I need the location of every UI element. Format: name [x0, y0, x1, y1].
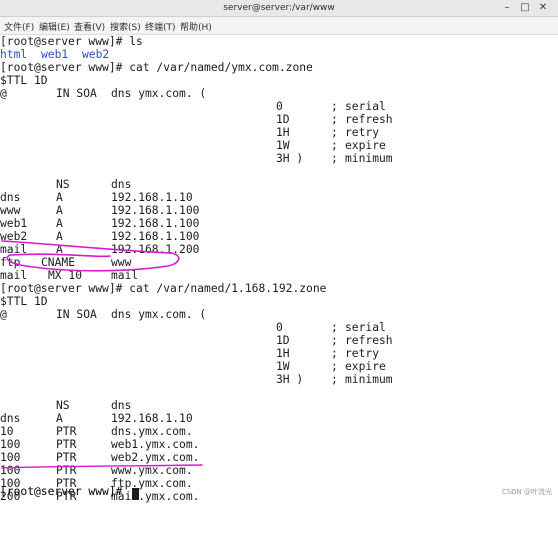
annotation-marks — [1, 240, 203, 469]
terminal-window: server@server:/var/www – □ ✕ 文件(F) 编辑(E)… — [0, 0, 558, 503]
annotation-scribble — [1, 240, 180, 272]
annotation-underline — [1, 464, 203, 469]
watermark: CSDN @叶流光 — [501, 488, 552, 496]
